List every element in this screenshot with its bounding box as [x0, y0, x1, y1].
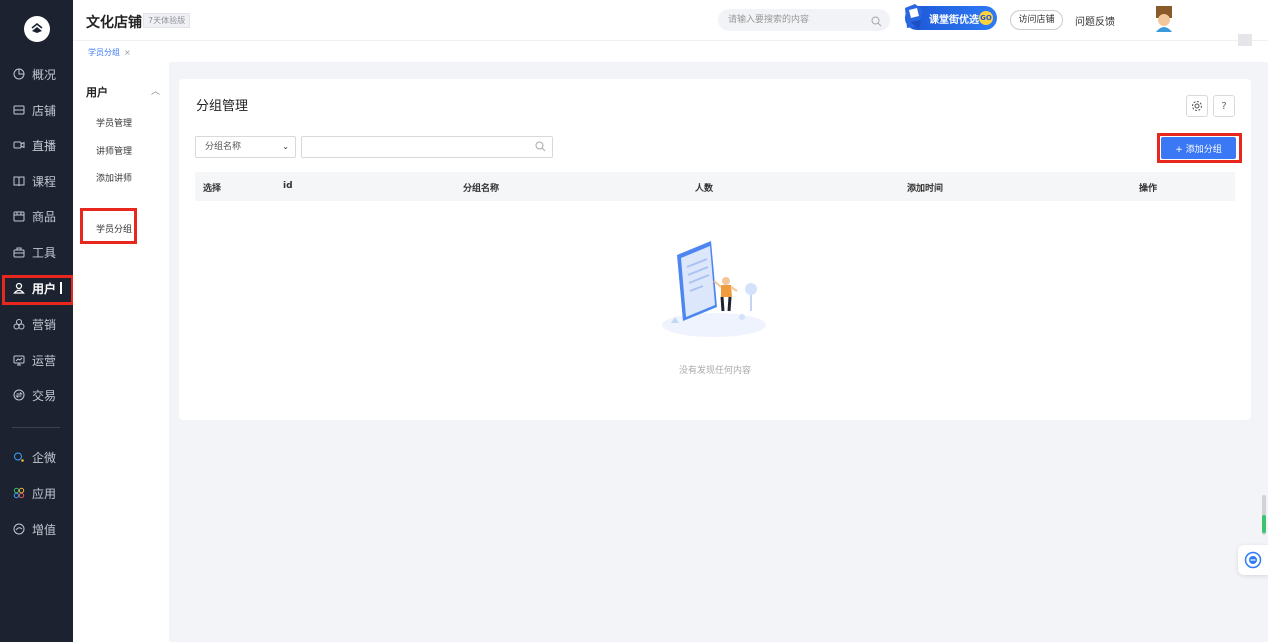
nav-item-label: 直播 — [32, 138, 57, 153]
store-icon — [12, 103, 26, 117]
video-icon — [12, 138, 26, 152]
nav-item-label: 交易 — [32, 388, 57, 403]
nav-item-label: 营销 — [32, 317, 57, 332]
nav-item-course[interactable]: 课程 — [0, 167, 73, 195]
marketing-icon — [12, 317, 26, 331]
column-header-count: 人数 — [695, 184, 714, 194]
column-header-actions: 操作 — [1139, 184, 1158, 194]
table-header: 选择 id 分组名称 人数 添加时间 操作 — [195, 172, 1235, 201]
book-icon — [12, 174, 26, 188]
filter-search-input[interactable] — [301, 136, 553, 158]
column-header-group-name: 分组名称 — [463, 184, 500, 194]
nav-item-label: 店铺 — [32, 103, 57, 118]
help-button[interactable]: ? — [1213, 95, 1235, 117]
sub-menu-item-student-manage[interactable]: 学员管理 — [96, 116, 132, 129]
column-header-select: 选择 — [203, 184, 222, 194]
empty-state-text: 没有发现任何内容 — [678, 366, 751, 376]
highlight-box-student-group — [80, 208, 137, 244]
promo-mascot-icon — [901, 2, 927, 35]
chart-pie-icon — [12, 67, 26, 81]
sub-menu: 用户 ︿ 学员管理 讲师管理 添加讲师 学员分组 — [73, 62, 169, 642]
monitor-icon — [12, 353, 26, 367]
highlight-box-nav-users — [2, 275, 74, 305]
wecom-icon — [12, 450, 26, 464]
tab-bar: 学员分组 × — [73, 34, 1268, 62]
brand-logo-icon[interactable] — [24, 16, 50, 42]
nav-item-goods[interactable]: 商品 — [0, 202, 73, 230]
exchange-icon — [12, 388, 26, 402]
goods-icon — [12, 209, 26, 223]
nav-item-label: 商品 — [32, 209, 57, 224]
collapse-toggle[interactable] — [1238, 34, 1252, 46]
chat-icon — [1244, 551, 1262, 569]
nav-item-label: 课程 — [32, 174, 57, 189]
customer-service-button[interactable] — [1238, 545, 1268, 575]
search-icon[interactable] — [871, 14, 882, 36]
trial-badge: 7天体验版 — [143, 13, 191, 28]
nav-item-label: 工具 — [32, 245, 57, 260]
tab-label: 学员分组 — [88, 48, 120, 57]
sub-menu-title: 用户 — [86, 86, 108, 99]
nav-item-wecom[interactable]: 企微 — [0, 443, 73, 471]
nav-item-label: 企微 — [32, 450, 57, 465]
promo-go-badge: GO — [979, 11, 993, 25]
avatar[interactable] — [1153, 6, 1175, 32]
nav-item-apps[interactable]: 应用 — [0, 479, 73, 507]
apps-icon — [12, 486, 26, 500]
nav-item-operations[interactable]: 运营 — [0, 346, 73, 374]
promo-label: 课堂街优选 — [929, 14, 979, 26]
group-management-card: 分组管理 ? 分组名称 ⌄ + 添加分组 选择 id 分组名称 人数 添加时间 … — [179, 79, 1251, 420]
nav-item-trade[interactable]: 交易 — [0, 381, 73, 409]
nav-item-overview[interactable]: 概况 — [0, 60, 73, 88]
sub-menu-item-lecturer-manage[interactable]: 讲师管理 — [96, 144, 132, 157]
nav-item-label: 应用 — [32, 486, 57, 501]
nav-item-marketing[interactable]: 营销 — [0, 310, 73, 338]
scrollbar-thumb[interactable] — [1262, 515, 1266, 533]
nav-item-tools[interactable]: 工具 — [0, 238, 73, 266]
tab-student-group[interactable]: 学员分组 × — [88, 47, 131, 58]
global-search-input[interactable]: 请输入要搜索的内容 — [718, 9, 890, 31]
column-header-added-time: 添加时间 — [907, 184, 944, 194]
sub-menu-item-add-lecturer[interactable]: 添加讲师 — [96, 171, 132, 184]
promo-banner[interactable]: 课堂街优选 GO — [905, 4, 997, 30]
visit-store-button[interactable]: 访问店铺 — [1010, 10, 1063, 30]
nav-item-live[interactable]: 直播 — [0, 131, 73, 159]
nav-item-label: 概况 — [32, 67, 57, 82]
gear-icon — [1192, 101, 1202, 111]
nav-item-addon[interactable]: 增值 — [0, 515, 73, 543]
feedback-link[interactable]: 问题反馈 — [1075, 13, 1115, 28]
filter-select-value: 分组名称 — [205, 142, 242, 152]
page-title: 分组管理 — [196, 99, 249, 114]
highlight-box-add-group — [1157, 133, 1242, 163]
nav-divider — [12, 427, 60, 428]
column-header-id: id — [283, 181, 293, 191]
search-placeholder: 请输入要搜索的内容 — [728, 15, 810, 25]
nav-item-store[interactable]: 店铺 — [0, 96, 73, 124]
chevron-up-icon[interactable]: ︿ — [151, 84, 160, 97]
top-header: 文化店铺 7天体验版 请输入要搜索的内容 课堂街优选 GO 访问店铺 问题反馈 — [73, 0, 1268, 40]
nav-item-label: 增值 — [32, 522, 57, 537]
toolbox-icon — [12, 245, 26, 259]
empty-state-illustration — [659, 237, 769, 342]
settings-button[interactable] — [1186, 95, 1208, 117]
left-nav: 概况 店铺 直播 课程 商品 工具 用户 营销 运营 交易 企微 应用 增值 — [0, 0, 73, 642]
filter-select[interactable]: 分组名称 ⌄ — [195, 136, 296, 158]
addon-icon — [12, 522, 26, 536]
chevron-down-icon: ⌄ — [282, 142, 289, 151]
close-icon[interactable]: × — [124, 48, 131, 57]
search-icon[interactable] — [535, 141, 546, 155]
shop-name: 文化店铺 — [86, 15, 142, 31]
nav-item-label: 运营 — [32, 353, 57, 368]
